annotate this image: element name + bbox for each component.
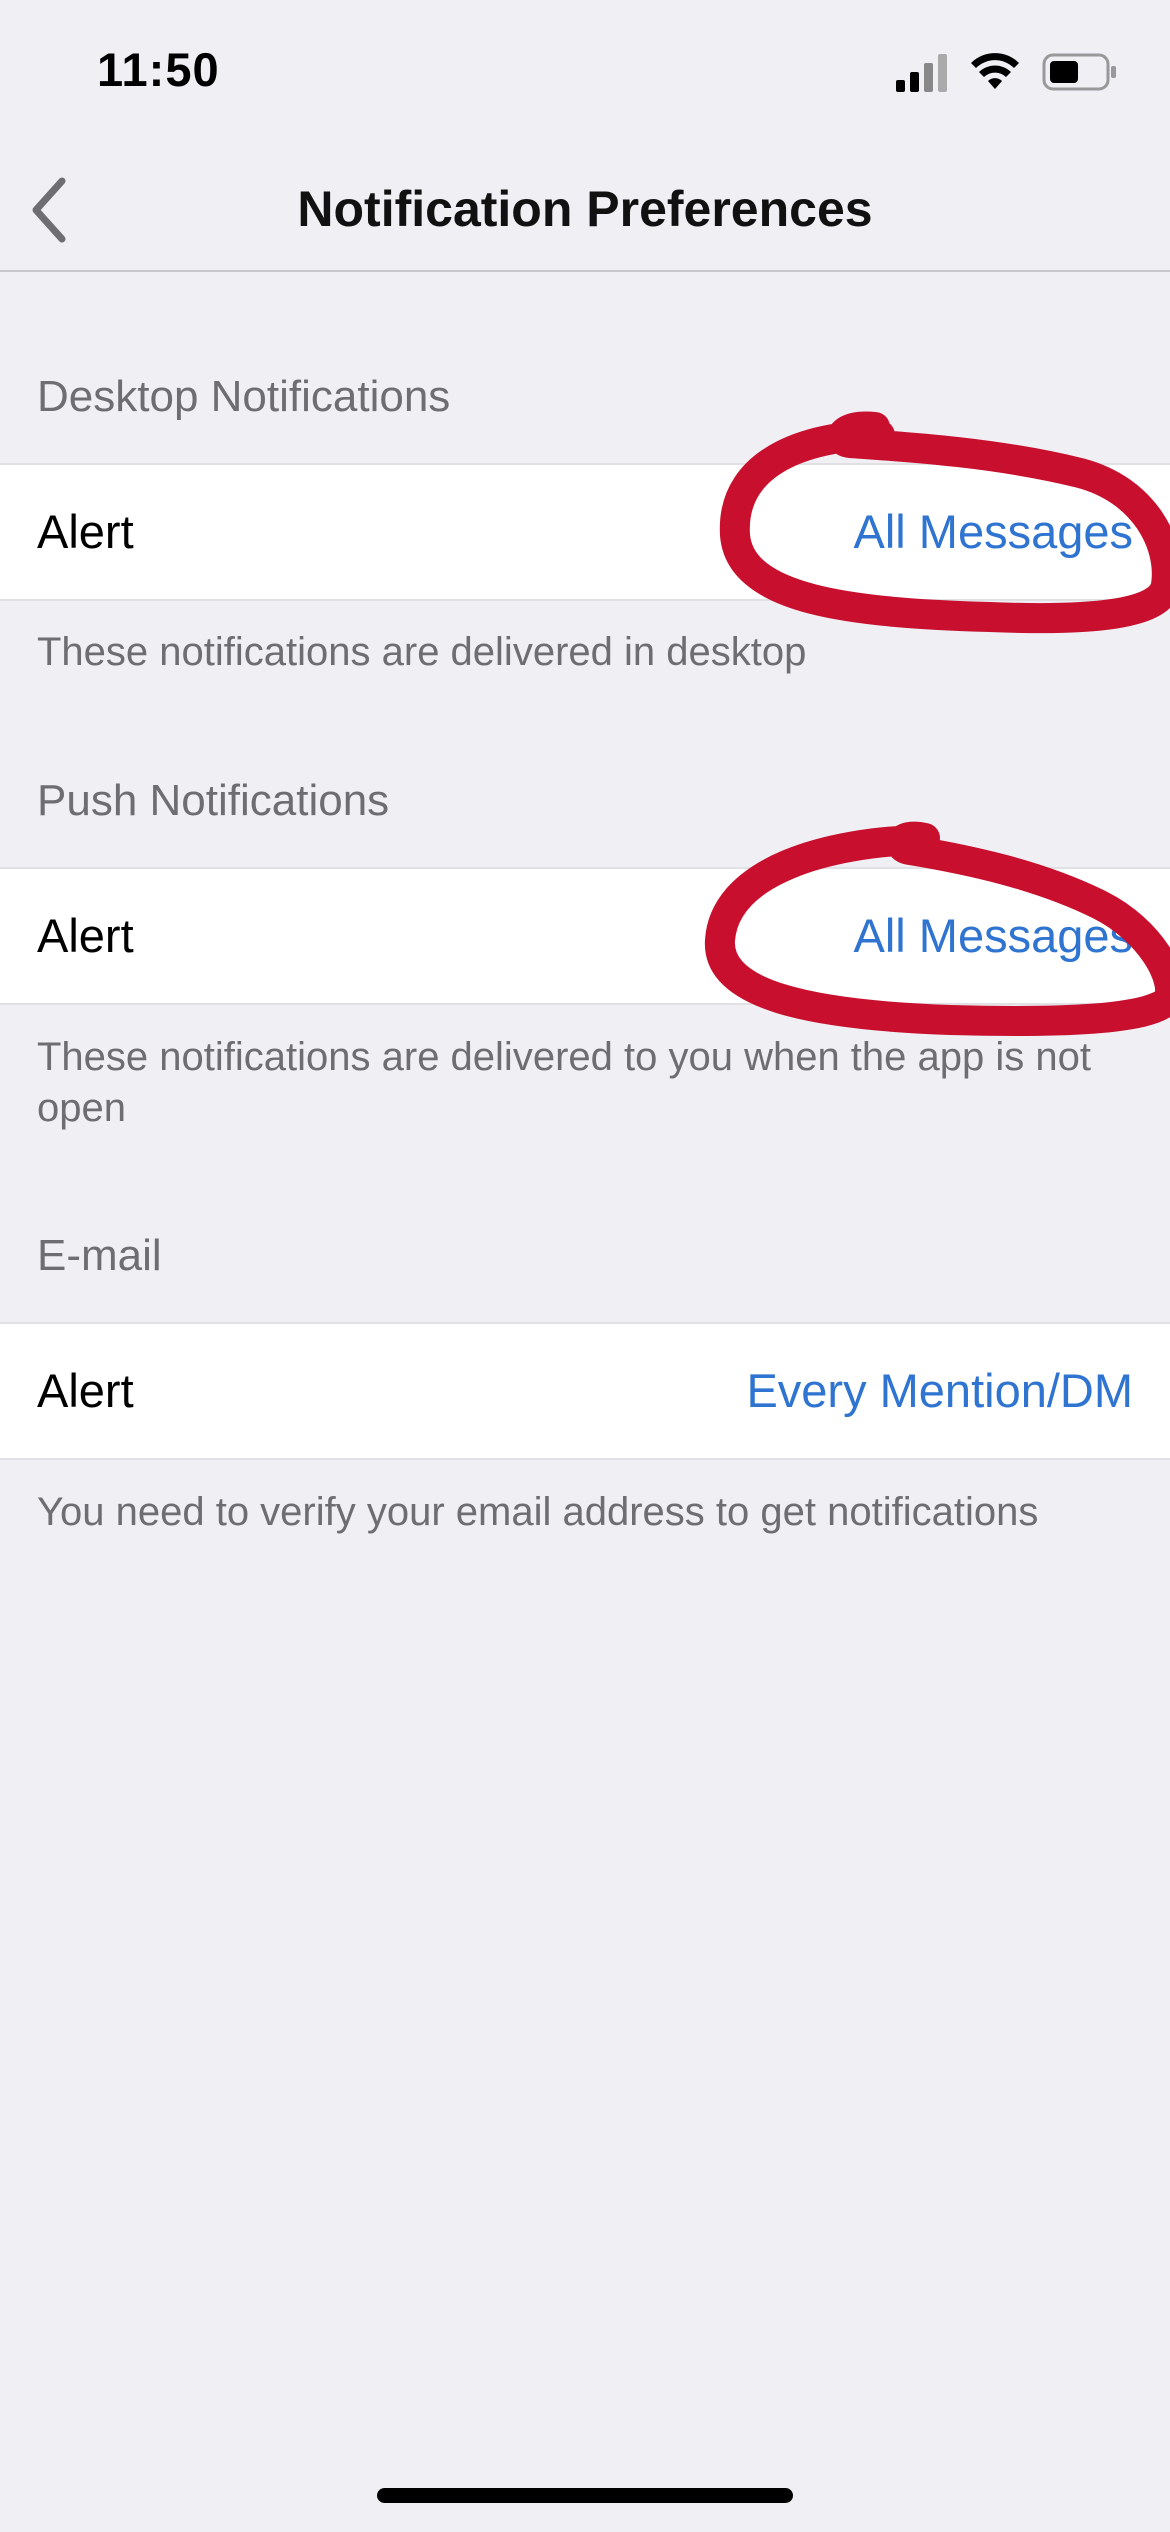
section-header-email: E-mail <box>37 1231 162 1280</box>
email-alert-row[interactable]: Alert Every Mention/DM <box>0 1322 1170 1460</box>
push-alert-label: Alert <box>37 909 134 962</box>
page-title: Notification Preferences <box>297 181 873 237</box>
email-alert-label: Alert <box>37 1364 134 1417</box>
wifi-icon <box>971 53 1019 89</box>
cellular-signal-icon <box>896 54 947 92</box>
section-header-desktop: Desktop Notifications <box>37 372 451 421</box>
desktop-alert-value[interactable]: All Messages <box>854 465 1134 599</box>
email-footer: You need to verify your email address to… <box>37 1490 1039 1534</box>
section-header-push: Push Notifications <box>37 776 390 825</box>
battery-icon <box>1042 53 1116 91</box>
nav-bar: Notification Preferences <box>0 150 1170 272</box>
push-alert-value[interactable]: All Messages <box>854 869 1134 1003</box>
status-bar: 11:50 <box>0 0 1170 150</box>
desktop-footer: These notifications are delivered in des… <box>37 630 807 674</box>
email-alert-value[interactable]: Every Mention/DM <box>746 1324 1133 1458</box>
desktop-alert-label: Alert <box>37 505 134 558</box>
desktop-alert-row[interactable]: Alert All Messages <box>0 463 1170 601</box>
status-time: 11:50 <box>97 43 220 96</box>
push-alert-row[interactable]: Alert All Messages <box>0 867 1170 1005</box>
home-indicator[interactable] <box>377 2488 793 2503</box>
status-icons <box>896 52 1118 92</box>
push-footer: These notifications are delivered to you… <box>37 1035 1091 1130</box>
